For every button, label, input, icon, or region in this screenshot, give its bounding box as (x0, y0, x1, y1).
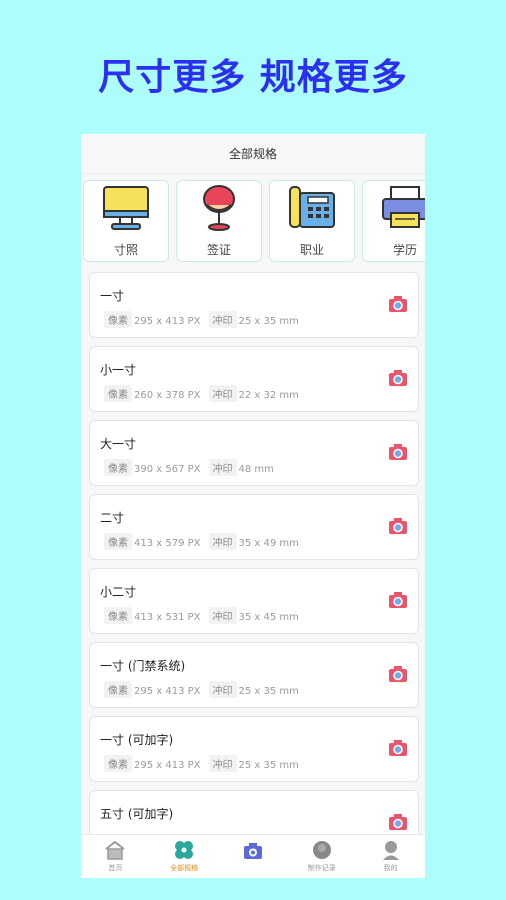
spec-card[interactable]: 一寸 像素 295 x 413 PX 冲印 25 x 35 mm (89, 272, 419, 338)
pixel-value: 413 x 579 PX (134, 538, 201, 549)
spec-meta: 像素 295 x 413 PX 冲印 25 x 35 mm (104, 681, 307, 698)
camera-icon (243, 843, 262, 859)
category-card-photo[interactable]: 寸照 (83, 180, 169, 262)
home-icon (105, 840, 126, 860)
print-tag: 冲印 (208, 533, 237, 550)
spec-card[interactable]: 大一寸 像素 390 x 567 PX 冲印 48 mm (89, 420, 419, 486)
pixel-tag: 像素 (104, 385, 132, 402)
pixel-value: 295 x 413 PX (134, 686, 201, 697)
tab-label: 首页 (108, 864, 123, 872)
print-tag: 冲印 (208, 385, 237, 402)
print-value: 25 x 35 mm (238, 686, 299, 697)
tab-home[interactable]: 首页 (81, 835, 150, 878)
spec-meta: 像素 413 x 531 PX 冲印 35 x 45 mm (104, 607, 307, 624)
pixel-value: 260 x 378 PX (134, 390, 201, 401)
spec-name: 小一寸 (100, 363, 137, 377)
category-card-visa[interactable]: 签证 (176, 180, 262, 262)
spec-card[interactable]: 小一寸 像素 260 x 378 PX 冲印 22 x 32 mm (89, 346, 419, 412)
pixel-tag: 像素 (104, 681, 132, 698)
category-label: 职业 (299, 243, 324, 257)
print-tag: 冲印 (208, 681, 237, 698)
camera-icon[interactable] (388, 443, 408, 461)
spec-meta: 像素 413 x 579 PX 冲印 35 x 49 mm (104, 533, 307, 550)
camera-icon[interactable] (388, 813, 408, 831)
spec-card[interactable]: 一寸 (门禁系统) 像素 295 x 413 PX 冲印 25 x 35 mm (89, 642, 419, 708)
tab-records[interactable]: 制作记录 (287, 835, 356, 878)
monitor-icon (103, 186, 149, 230)
pixel-value: 295 x 413 PX (134, 316, 201, 327)
spec-name: 一寸 (100, 289, 125, 303)
bottom-tab-bar: 首页 全部规格 制作记录 我的 (81, 834, 425, 878)
record-icon (312, 841, 331, 859)
tab-label: 制作记录 (307, 864, 336, 872)
balloon-chair-icon (203, 185, 235, 231)
spec-name: 二寸 (100, 511, 125, 525)
print-value: 35 x 45 mm (238, 612, 299, 623)
phone-screen: 全部规格 寸照 签证 职业 学历 一寸 像素 295 x 413 PX 冲印 2… (81, 134, 425, 878)
print-value: 35 x 49 mm (238, 538, 299, 549)
pixel-value: 295 x 413 PX (134, 760, 201, 771)
spec-card[interactable]: 二寸 像素 413 x 579 PX 冲印 35 x 49 mm (89, 494, 419, 560)
camera-icon[interactable] (388, 739, 408, 757)
pixel-tag: 像素 (104, 755, 132, 772)
category-card-career[interactable]: 职业 (269, 180, 355, 262)
print-value: 22 x 32 mm (238, 390, 299, 401)
print-tag: 冲印 (208, 607, 237, 624)
spec-name: 大一寸 (100, 437, 137, 451)
tab-label: 我的 (383, 864, 398, 872)
spec-name: 五寸 (可加字) (100, 807, 174, 821)
camera-icon[interactable] (388, 369, 408, 387)
print-value: 48 mm (238, 464, 274, 475)
spec-name: 一寸 (可加字) (100, 733, 174, 747)
print-tag: 冲印 (208, 311, 237, 328)
pixel-tag: 像素 (104, 533, 132, 550)
print-tag: 冲印 (208, 459, 237, 476)
category-label: 寸照 (113, 243, 138, 257)
tab-profile[interactable]: 我的 (356, 835, 425, 878)
pixel-value: 413 x 531 PX (134, 612, 201, 623)
print-tag: 冲印 (208, 755, 237, 772)
category-strip: 寸照 签证 职业 学历 (83, 180, 425, 262)
pixel-tag: 像素 (104, 459, 132, 476)
spec-meta: 像素 260 x 378 PX 冲印 22 x 32 mm (104, 385, 307, 402)
print-value: 25 x 35 mm (238, 760, 299, 771)
printer-icon (382, 186, 425, 228)
tab-all-specs[interactable]: 全部规格 (150, 835, 219, 878)
clover-icon (175, 841, 194, 859)
category-label: 签证 (206, 243, 231, 257)
spec-name: 一寸 (门禁系统) (100, 659, 186, 673)
print-value: 25 x 35 mm (238, 316, 299, 327)
telephone-icon (289, 186, 335, 228)
camera-icon[interactable] (388, 665, 408, 683)
spec-meta: 像素 390 x 567 PX 冲印 48 mm (104, 459, 282, 476)
spec-card[interactable]: 小二寸 像素 413 x 531 PX 冲印 35 x 45 mm (89, 568, 419, 634)
camera-icon[interactable] (388, 517, 408, 535)
camera-icon[interactable] (388, 295, 408, 313)
spec-card[interactable]: 一寸 (可加字) 像素 295 x 413 PX 冲印 25 x 35 mm (89, 716, 419, 782)
pixel-tag: 像素 (104, 607, 132, 624)
pixel-value: 390 x 567 PX (134, 464, 201, 475)
spec-meta: 像素 295 x 413 PX 冲印 25 x 35 mm (104, 755, 307, 772)
spec-name: 小二寸 (100, 585, 137, 599)
camera-icon[interactable] (388, 591, 408, 609)
tab-label: 全部规格 (170, 864, 199, 872)
user-icon (382, 841, 399, 860)
category-card-education[interactable]: 学历 (362, 180, 425, 262)
tab-camera[interactable] (219, 835, 288, 878)
pixel-tag: 像素 (104, 311, 132, 328)
category-label: 学历 (392, 243, 417, 257)
spec-meta: 像素 295 x 413 PX 冲印 25 x 35 mm (104, 311, 307, 328)
promo-headline: 尺寸更多 规格更多 (98, 57, 408, 98)
page-title: 全部规格 (81, 134, 425, 174)
